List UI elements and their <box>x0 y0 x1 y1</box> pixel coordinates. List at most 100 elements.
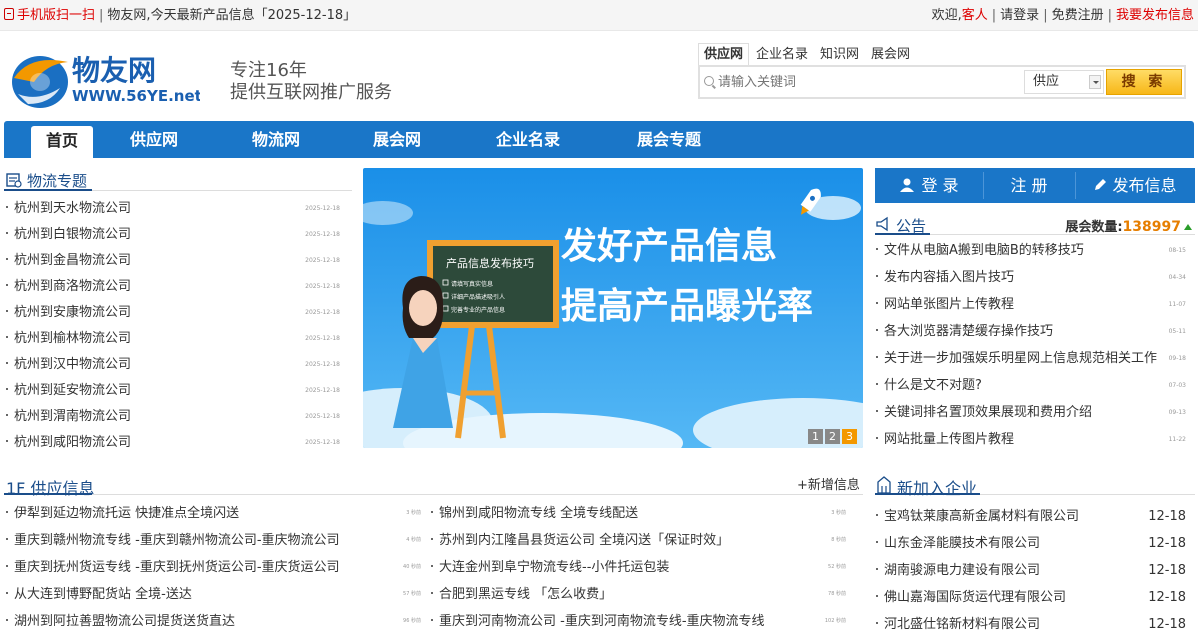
search-box: 供应 搜 索 <box>698 65 1186 99</box>
board-line-1: 请填写真实信息 <box>451 280 493 288</box>
nav-company[interactable]: 企业名录 <box>488 121 568 158</box>
enterprise-list: 宝鸡钛莱康高新金属材料有限公司 12-18 山东金泽能膜技术有限公司 12-18 湖… <box>876 503 1186 638</box>
pencil-icon <box>1095 179 1107 190</box>
list-item[interactable]: 杭州到渭南物流公司 2025-12-18 <box>6 404 346 430</box>
list-item[interactable]: 杭州到商洛物流公司 2025-12-18 <box>6 274 346 300</box>
search-button[interactable]: 搜 索 <box>1106 69 1182 95</box>
enterprise-divider <box>875 493 1195 495</box>
publish-link[interactable]: 我要发布信息 <box>1116 8 1194 23</box>
list-item[interactable]: 山东金泽能膜技术有限公司 12-18 <box>876 530 1186 557</box>
tab-supply[interactable]: 供应网 <box>698 43 750 66</box>
register-button[interactable]: 注 册 <box>983 168 1075 203</box>
nav-logistics[interactable]: 物流网 <box>241 121 311 158</box>
list-item[interactable]: 宝鸡钛莱康高新金属材料有限公司 12-18 <box>876 503 1186 530</box>
list-item[interactable]: 杭州到白银物流公司 2025-12-18 <box>6 222 346 248</box>
list-item[interactable]: 杭州到金昌物流公司 2025-12-18 <box>6 248 346 274</box>
list-item[interactable]: 佛山嘉海国际货运代理有限公司 12-18 <box>876 584 1186 611</box>
supply-title: 1F 供应信息 <box>6 479 95 498</box>
register-link[interactable]: 免费注册 <box>1052 8 1104 23</box>
banner-dot-3[interactable]: 3 <box>842 429 857 444</box>
notice-list: 文件从电脑A搬到电脑B的转移技巧 08-15 发布内容插入图片技巧 04-34 网站… <box>876 237 1186 453</box>
tab-company[interactable]: 企业名录 <box>751 44 813 66</box>
user-icon <box>900 178 915 192</box>
enterprise-title: 新加入企业 <box>897 479 978 498</box>
supply-list-right: 锦州到咸阳物流专线 全境专线配送 3 秒前 苏州到内江隆昌县货运公司 全境闪送「保… <box>431 500 846 635</box>
guest-link[interactable]: 客人 <box>962 8 988 23</box>
top-bar: 手机版扫一扫 | 物友网,今天最新产品信息「2025-12-18」 欢迎,客人 | 请登… <box>0 0 1198 31</box>
list-item[interactable]: 重庆到抚州货运专线 -重庆到抚州货运公司-重庆货运公司 40 秒前 <box>6 554 421 581</box>
list-item[interactable]: 各大浏览器清楚缓存操作技巧 05-11 <box>876 318 1186 345</box>
top-bar-left: 手机版扫一扫 | 物友网,今天最新产品信息「2025-12-18」 <box>4 0 356 31</box>
building-icon <box>877 476 891 494</box>
logo-mark: 物友网 WWW.56YE.net <box>12 54 202 108</box>
list-item[interactable]: 发布内容插入图片技巧 04-34 <box>876 264 1186 291</box>
logistics-list: 杭州到天水物流公司 2025-12-18 杭州到白银物流公司 2025-12-18 … <box>6 196 346 456</box>
board-title: 产品信息发布技巧 <box>446 256 534 270</box>
banner-illustration: 产品信息发布技巧 请填写真实信息 详细产品描述吸引人 完善专业的产品信息 发好产… <box>363 168 863 448</box>
list-item[interactable]: 杭州到天水物流公司 2025-12-18 <box>6 196 346 222</box>
list-item[interactable]: 杭州到咸阳物流公司 2025-12-18 <box>6 430 346 456</box>
site-logo[interactable]: 物友网 WWW.56YE.net <box>10 48 202 112</box>
list-item[interactable]: 网站批量上传图片教程 11-22 <box>876 426 1186 453</box>
nav-expo[interactable]: 展会网 <box>362 121 432 158</box>
notice-divider <box>875 233 1195 235</box>
banner-headline-1: 发好产品信息 <box>561 226 777 267</box>
list-icon <box>6 173 22 188</box>
tab-knowledge[interactable]: 知识网 <box>815 44 864 66</box>
list-item[interactable]: 伊犁到延边物流托运 快捷准点全境闪送 3 秒前 <box>6 500 421 527</box>
search-category-select[interactable]: 供应 <box>1024 70 1104 94</box>
list-item[interactable]: 从大连到博野配货站 全境-送达 57 秒前 <box>6 581 421 608</box>
list-item[interactable]: 什么是文不对题? 07-03 <box>876 372 1186 399</box>
list-item[interactable]: 锦州到咸阳物流专线 全境专线配送 3 秒前 <box>431 500 846 527</box>
mobile-scan-link[interactable]: 手机版扫一扫 <box>17 8 95 23</box>
user-actions: 登 录 注 册 发布信息 <box>875 168 1195 203</box>
list-item[interactable]: 网站单张图片上传教程 11-07 <box>876 291 1186 318</box>
list-item[interactable]: 关于进一步加强娱乐明星网上信息规范相关工作 09-18 <box>876 345 1186 372</box>
list-item[interactable]: 河北盛仕铭新材料有限公司 12-18 <box>876 611 1186 638</box>
login-button[interactable]: 登 录 <box>875 168 983 203</box>
tab-expo[interactable]: 展会网 <box>866 44 915 66</box>
list-item[interactable]: 杭州到汉中物流公司 2025-12-18 <box>6 352 346 378</box>
top-bar-right: 欢迎,客人 | 请登录 | 免费注册 | 我要发布信息 <box>931 8 1194 23</box>
board-line-2: 详细产品描述吸引人 <box>451 293 505 301</box>
banner-pager: 123 <box>806 429 857 444</box>
list-item[interactable]: 关键词排名置顶效果展现和费用介绍 09-13 <box>876 399 1186 426</box>
search-category-value: 供应 <box>1033 74 1060 89</box>
list-item[interactable]: 杭州到延安物流公司 2025-12-18 <box>6 378 346 404</box>
expo-count: 展会数量:138997 <box>1065 216 1192 235</box>
list-item[interactable]: 重庆到河南物流公司 -重庆到河南物流专线-重庆物流专线 102 秒前 <box>431 608 846 635</box>
welcome-text: 欢迎, <box>931 8 962 23</box>
banner-dot-1[interactable]: 1 <box>808 429 823 444</box>
arrow-up-icon <box>1184 224 1192 230</box>
list-item[interactable]: 合肥到黑运专线 「怎么收费」 78 秒前 <box>431 581 846 608</box>
megaphone-icon <box>876 216 888 232</box>
mobile-icon <box>4 8 14 20</box>
list-item[interactable]: 文件从电脑A搬到电脑B的转移技巧 08-15 <box>876 237 1186 264</box>
banner-dot-2[interactable]: 2 <box>825 429 840 444</box>
list-item[interactable]: 苏州到内江隆昌县货运公司 全境闪送「保证时效」 8 秒前 <box>431 527 846 554</box>
list-item[interactable]: 杭州到榆林物流公司 2025-12-18 <box>6 326 346 352</box>
nav-expo-topic[interactable]: 展会专题 <box>624 121 714 158</box>
list-item[interactable]: 重庆到赣州物流专线 -重庆到赣州物流公司-重庆物流公司 4 秒前 <box>6 527 421 554</box>
publish-button[interactable]: 发布信息 <box>1075 168 1195 203</box>
nav-supply[interactable]: 供应网 <box>119 121 189 158</box>
add-info-link[interactable]: +新增信息 <box>797 474 860 493</box>
logo-url: WWW.56YE.net <box>72 87 200 105</box>
search-input[interactable] <box>700 67 1022 97</box>
slogan-line1: 专注16年 <box>230 60 307 81</box>
login-link[interactable]: 请登录 <box>1000 8 1039 23</box>
promo-banner[interactable]: 产品信息发布技巧 请填写真实信息 详细产品描述吸引人 完善专业的产品信息 发好产… <box>363 168 863 448</box>
supply-list-left: 伊犁到延边物流托运 快捷准点全境闪送 3 秒前 重庆到赣州物流专线 -重庆到赣州物… <box>6 500 421 635</box>
nav-home[interactable]: 首页 <box>31 126 93 158</box>
list-item[interactable]: 大连金州到阜宁物流专线--小件托运包装 52 秒前 <box>431 554 846 581</box>
list-item[interactable]: 湖州到阿拉善盟物流公司提货送货直达 96 秒前 <box>6 608 421 635</box>
search-tabs: 供应网 企业名录 知识网 展会网 <box>698 43 917 66</box>
logistics-title: 物流专题 <box>27 172 88 190</box>
logistics-divider <box>4 189 352 191</box>
site-name: 物友网 <box>107 8 147 23</box>
board-line-3: 完善专业的产品信息 <box>451 306 505 314</box>
logo-brand: 物友网 <box>72 54 156 87</box>
list-item[interactable]: 湖南骏源电力建设有限公司 12-18 <box>876 557 1186 584</box>
chevron-down-icon <box>1089 75 1101 89</box>
list-item[interactable]: 杭州到安康物流公司 2025-12-18 <box>6 300 346 326</box>
